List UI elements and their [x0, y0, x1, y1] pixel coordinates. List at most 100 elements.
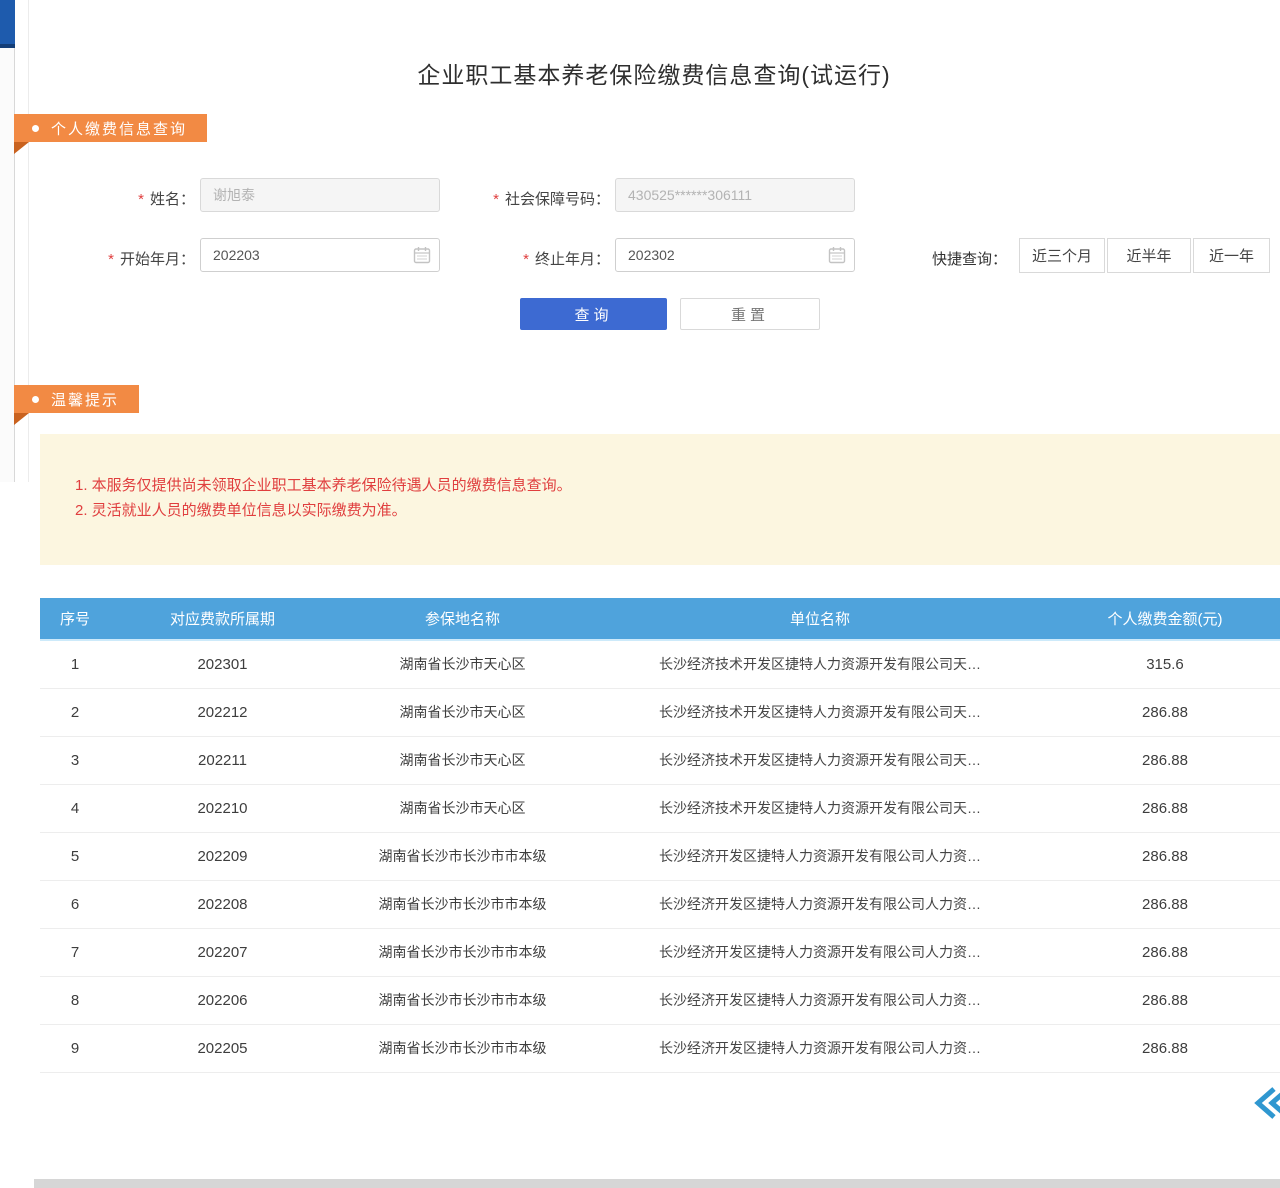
table-cell: 202206 [110, 976, 335, 1024]
table-row: 9202205湖南省长沙市长沙市市本级长沙经济开发区捷特人力资源开发有限公司人力… [40, 1024, 1280, 1072]
table-cell: 8 [40, 976, 110, 1024]
calendar-icon[interactable] [828, 246, 846, 264]
calendar-icon[interactable] [413, 246, 431, 264]
query-button[interactable]: 查询 [520, 298, 667, 330]
sidebar-collapsed-tab[interactable] [0, 0, 15, 48]
quick-query-group: 近三个月 近半年 近一年 [1019, 238, 1270, 273]
table-cell: 长沙经济开发区捷特人力资源开发有限公司人力资… [590, 976, 1050, 1024]
table-cell: 长沙经济开发区捷特人力资源开发有限公司人力资… [590, 880, 1050, 928]
table-cell: 湖南省长沙市长沙市市本级 [335, 880, 590, 928]
table-cell: 2 [40, 688, 110, 736]
table-cell: 202208 [110, 880, 335, 928]
name-label: * 姓名： [50, 188, 195, 209]
section-badge-label: 个人缴费信息查询 [51, 118, 187, 139]
section-badge-tips: 温馨提示 [14, 385, 139, 413]
table-cell: 202210 [110, 784, 335, 832]
page-title: 企业职工基本养老保险缴费信息查询(试运行) [28, 56, 1280, 90]
table-cell: 202212 [110, 688, 335, 736]
table-cell: 202211 [110, 736, 335, 784]
table-row: 5202209湖南省长沙市长沙市市本级长沙经济开发区捷特人力资源开发有限公司人力… [40, 832, 1280, 880]
table-cell: 286.88 [1050, 784, 1280, 832]
ssn-label: * 社会保障号码： [430, 188, 610, 209]
name-label-text: 姓名： [150, 191, 195, 208]
start-month-label-text: 开始年月： [120, 251, 195, 268]
table-row: 6202208湖南省长沙市长沙市市本级长沙经济开发区捷特人力资源开发有限公司人力… [40, 880, 1280, 928]
name-input [200, 178, 440, 212]
quick-query-last-3-months-button[interactable]: 近三个月 [1019, 238, 1105, 273]
table-cell: 长沙经济开发区捷特人力资源开发有限公司人力资… [590, 832, 1050, 880]
header-amount: 个人缴费金额(元) [1050, 598, 1280, 640]
quick-query-last-year-button[interactable]: 近一年 [1193, 238, 1270, 273]
pension-query-page: 企业职工基本养老保险缴费信息查询(试运行) 个人缴费信息查询 * 姓名： * 社会保… [0, 0, 1280, 1188]
table-cell: 长沙经济开发区捷特人力资源开发有限公司人力资… [590, 928, 1050, 976]
ssn-label-text: 社会保障号码： [505, 191, 610, 208]
required-marker: * [138, 191, 144, 208]
table-cell: 湖南省长沙市长沙市市本级 [335, 1024, 590, 1072]
table-cell: 长沙经济技术开发区捷特人力资源开发有限公司天… [590, 640, 1050, 688]
tips-line: 1. 本服务仅提供尚未领取企业职工基本养老保险待遇人员的缴费信息查询。 [75, 473, 1260, 498]
quick-query-last-half-year-button[interactable]: 近半年 [1107, 238, 1191, 273]
table-cell: 286.88 [1050, 1024, 1280, 1072]
tips-line: 2. 灵活就业人员的缴费单位信息以实际缴费为准。 [75, 498, 1260, 523]
table-cell: 湖南省长沙市天心区 [335, 736, 590, 784]
table-cell: 湖南省长沙市天心区 [335, 640, 590, 688]
tips-badge-label: 温馨提示 [51, 389, 119, 410]
start-month-field [200, 238, 440, 272]
table-cell: 6 [40, 880, 110, 928]
table-cell: 长沙经济技术开发区捷特人力资源开发有限公司天… [590, 784, 1050, 832]
table-cell: 湖南省长沙市长沙市市本级 [335, 832, 590, 880]
table-cell: 长沙经济技术开发区捷特人力资源开发有限公司天… [590, 736, 1050, 784]
table-cell: 286.88 [1050, 880, 1280, 928]
table-cell: 202205 [110, 1024, 335, 1072]
ssn-input [615, 178, 855, 212]
quick-query-label: 快捷查询： [932, 248, 1016, 269]
bullet-icon [32, 125, 39, 132]
bottom-scrollbar[interactable] [34, 1179, 1280, 1188]
table-cell: 湖南省长沙市天心区 [335, 688, 590, 736]
table-row: 7202207湖南省长沙市长沙市市本级长沙经济开发区捷特人力资源开发有限公司人力… [40, 928, 1280, 976]
table-cell: 286.88 [1050, 832, 1280, 880]
table-cell: 286.88 [1050, 928, 1280, 976]
header-period: 对应费款所属期 [110, 598, 335, 640]
table-cell: 286.88 [1050, 976, 1280, 1024]
bullet-icon [32, 396, 39, 403]
end-month-input[interactable] [615, 238, 855, 272]
table-header-row: 序号 对应费款所属期 参保地名称 单位名称 个人缴费金额(元) [40, 598, 1280, 640]
start-month-input[interactable] [200, 238, 440, 272]
table-cell: 7 [40, 928, 110, 976]
table-row: 1202301湖南省长沙市天心区长沙经济技术开发区捷特人力资源开发有限公司天…3… [40, 640, 1280, 688]
ribbon-fold [14, 142, 29, 154]
table-cell: 湖南省长沙市长沙市市本级 [335, 928, 590, 976]
table-row: 2202212湖南省长沙市天心区长沙经济技术开发区捷特人力资源开发有限公司天…2… [40, 688, 1280, 736]
required-marker: * [523, 251, 529, 268]
required-marker: * [493, 191, 499, 208]
table-cell: 9 [40, 1024, 110, 1072]
table-row: 3202211湖南省长沙市天心区长沙经济技术开发区捷特人力资源开发有限公司天…2… [40, 736, 1280, 784]
reset-button[interactable]: 重置 [680, 298, 820, 330]
double-chevron-left-icon[interactable] [1251, 1084, 1280, 1122]
ribbon-fold [14, 413, 29, 425]
header-seq: 序号 [40, 598, 110, 640]
table-body: 1202301湖南省长沙市天心区长沙经济技术开发区捷特人力资源开发有限公司天…3… [40, 640, 1280, 1072]
table-row: 4202210湖南省长沙市天心区长沙经济技术开发区捷特人力资源开发有限公司天…2… [40, 784, 1280, 832]
header-employer: 单位名称 [590, 598, 1050, 640]
table-cell: 湖南省长沙市长沙市市本级 [335, 976, 590, 1024]
table-cell: 315.6 [1050, 640, 1280, 688]
table-cell: 3 [40, 736, 110, 784]
table-cell: 202209 [110, 832, 335, 880]
table-row: 8202206湖南省长沙市长沙市市本级长沙经济开发区捷特人力资源开发有限公司人力… [40, 976, 1280, 1024]
end-month-field [615, 238, 855, 272]
table-cell: 286.88 [1050, 688, 1280, 736]
table-cell: 长沙经济开发区捷特人力资源开发有限公司人力资… [590, 1024, 1050, 1072]
table-cell: 286.88 [1050, 736, 1280, 784]
table-cell: 202301 [110, 640, 335, 688]
table-cell: 5 [40, 832, 110, 880]
end-month-label: * 终止年月： [430, 248, 610, 269]
table-cell: 湖南省长沙市天心区 [335, 784, 590, 832]
section-badge-personal-payment-query: 个人缴费信息查询 [14, 114, 207, 142]
end-month-label-text: 终止年月： [535, 251, 610, 268]
left-rail [0, 0, 15, 482]
table-cell: 4 [40, 784, 110, 832]
tips-notice-box: 1. 本服务仅提供尚未领取企业职工基本养老保险待遇人员的缴费信息查询。 2. 灵… [40, 434, 1280, 565]
header-location: 参保地名称 [335, 598, 590, 640]
